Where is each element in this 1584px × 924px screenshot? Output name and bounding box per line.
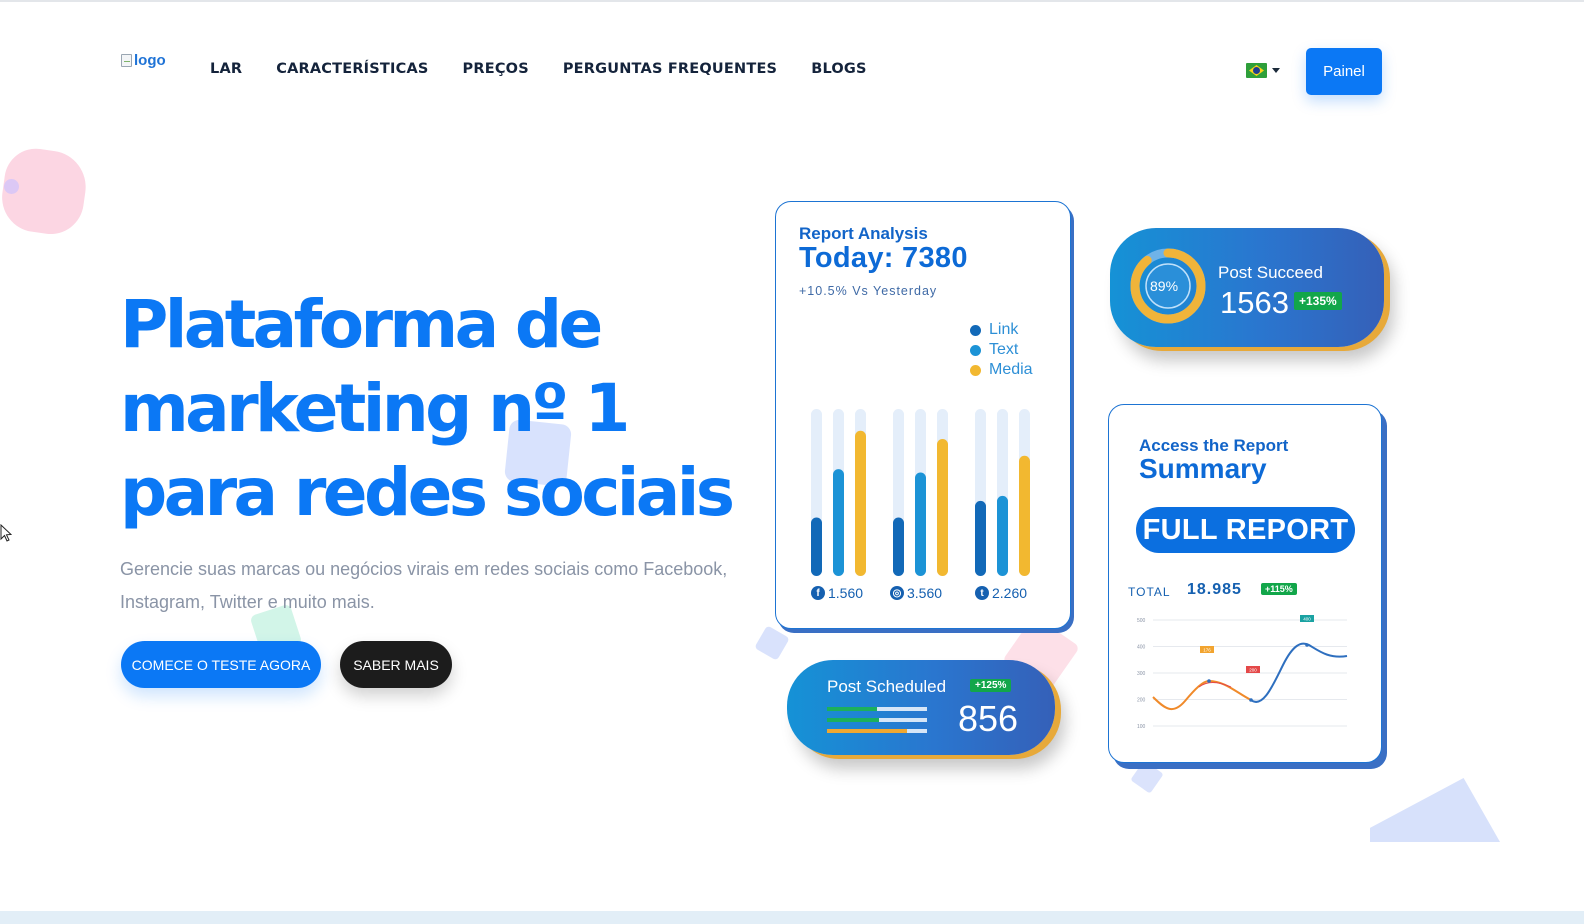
summary-line-chart: 500 400 300 200 100 176 200 400	[1137, 615, 1348, 730]
instagram-icon: ◎	[890, 586, 904, 600]
y-tick-label: 400	[1137, 645, 1146, 651]
lavender-small-square-decoration	[1130, 760, 1164, 794]
bar	[975, 500, 986, 576]
chart-tag-label: 400	[1303, 616, 1311, 621]
bar	[937, 439, 948, 576]
summary-badge: +115%	[1261, 583, 1297, 595]
nav-item-pricing[interactable]: PREÇOS	[463, 61, 529, 77]
succeed-badge: +135%	[1294, 292, 1342, 310]
hero-subtitle: Gerencie suas marcas ou negócios virais …	[120, 559, 728, 612]
report-bar-chart	[811, 409, 1030, 576]
y-tick-label: 100	[1137, 724, 1146, 730]
twitter-value: 2.260	[992, 585, 1028, 601]
chart-point	[1305, 643, 1309, 647]
main-nav: LAR CARACTERÍSTICAS PREÇOS PERGUNTAS FRE…	[210, 61, 867, 77]
language-selector[interactable]	[1246, 63, 1280, 78]
scheduled-value: 856	[958, 698, 1019, 739]
page: logo LAR CARACTERÍSTICAS PREÇOS PERGUNTA…	[0, 0, 1584, 924]
mouse-cursor-icon	[0, 524, 12, 542]
twitter-stat: t 2.260	[975, 585, 1027, 601]
logo-alt-text: logo	[134, 52, 166, 69]
purple-dot-decoration	[4, 179, 19, 194]
full-report-button[interactable]: FULL REPORT	[1136, 507, 1355, 553]
chart-point	[1249, 698, 1253, 702]
succeed-title: Post Succeed	[1218, 263, 1323, 282]
bar	[855, 430, 866, 576]
brazil-flag-icon	[1246, 63, 1267, 78]
bar	[915, 472, 926, 576]
top-border	[0, 0, 1584, 2]
twitter-icon: t	[975, 586, 989, 600]
start-trial-button[interactable]: COMECE O TESTE AGORA	[121, 641, 321, 688]
report-analysis-card: Report Analysis Today: 7380 +10.5% Vs Ye…	[775, 201, 1071, 629]
lavender-square-decoration	[754, 625, 790, 661]
chart-tag-label: 176	[1203, 647, 1211, 652]
y-tick-label: 200	[1137, 698, 1146, 704]
nav-item-faq[interactable]: PERGUNTAS FREQUENTES	[563, 61, 777, 77]
bar	[1019, 455, 1030, 576]
scheduled-title: Post Scheduled	[827, 677, 947, 696]
instagram-stat: ◎ 3.560	[890, 585, 942, 601]
bar	[811, 517, 822, 576]
bottom-band	[0, 911, 1584, 924]
instagram-value: 3.560	[907, 585, 943, 601]
scheduled-progress-bar	[827, 718, 927, 722]
facebook-icon: f	[811, 586, 825, 600]
hero-title: Plataforma de marketing nº 1 para redes …	[120, 283, 760, 535]
bar	[893, 517, 904, 576]
logo-link[interactable]: logo	[121, 52, 166, 69]
triangle-decoration	[1370, 778, 1500, 842]
post-scheduled-card: Post Scheduled +125% 856	[787, 660, 1055, 755]
hero-title-line: marketing nº 1	[120, 370, 630, 447]
broken-image-icon	[121, 54, 132, 67]
bar	[997, 495, 1008, 576]
painel-button[interactable]: Painel	[1306, 48, 1382, 95]
y-tick-label: 300	[1137, 671, 1146, 677]
succeed-value: 1563	[1220, 285, 1289, 320]
scheduled-progress-bar	[827, 707, 927, 711]
bar	[833, 469, 844, 576]
total-value: 18.985	[1187, 581, 1242, 598]
summary-title: Summary	[1139, 453, 1267, 484]
nav-item-features[interactable]: CARACTERÍSTICAS	[276, 61, 428, 77]
learn-more-button[interactable]: SABER MAIS	[340, 641, 452, 688]
chart-point	[1207, 679, 1211, 683]
hero-title-line: para redes sociais	[120, 454, 735, 531]
succeed-percent: 89%	[1150, 278, 1179, 294]
y-tick-label: 500	[1137, 618, 1146, 624]
facebook-value: 1.560	[828, 585, 864, 601]
chevron-down-icon	[1272, 68, 1280, 73]
hero-title-line: Plataforma de	[120, 286, 603, 363]
summary-card: Access the Report Summary FULL REPORT TO…	[1108, 404, 1382, 763]
scheduled-progress-bar	[827, 729, 927, 733]
scheduled-badge: +125%	[970, 679, 1012, 692]
facebook-stat: f 1.560	[811, 585, 863, 601]
post-succeed-card: 89% Post Succeed 1563 +135%	[1110, 228, 1384, 347]
nav-item-home[interactable]: LAR	[210, 61, 242, 77]
nav-item-blogs[interactable]: BLOGS	[811, 61, 866, 77]
chart-tag-label: 200	[1249, 667, 1257, 672]
total-label: TOTAL	[1128, 585, 1171, 599]
